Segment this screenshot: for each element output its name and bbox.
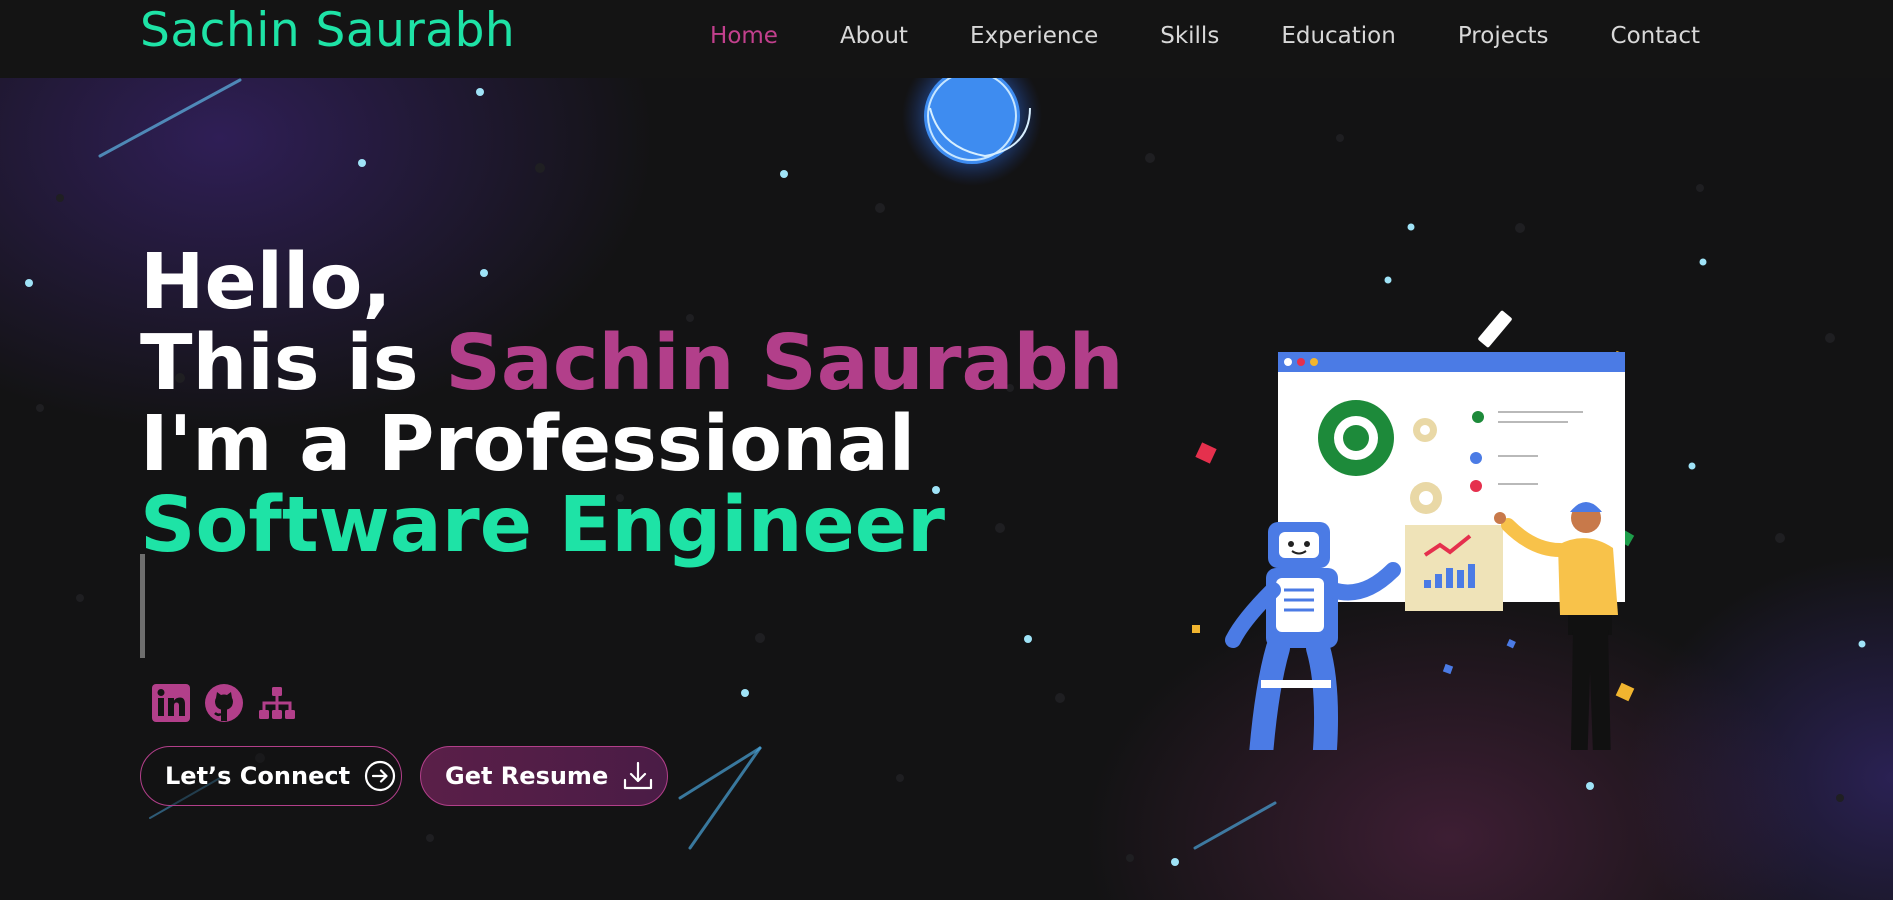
lets-connect-button[interactable]: Let’s Connect xyxy=(140,746,402,806)
nav-contact[interactable]: Contact xyxy=(1580,18,1731,54)
social-links xyxy=(150,682,298,724)
github-icon[interactable] xyxy=(203,682,245,724)
download-icon xyxy=(622,759,654,793)
lets-connect-label: Let’s Connect xyxy=(165,762,351,790)
linkedin-icon[interactable] xyxy=(150,682,192,724)
typing-cursor xyxy=(140,554,145,658)
role-prefix-line: I'm a Professional xyxy=(140,400,916,489)
nav-menu: Home About Experience Skills Education P… xyxy=(679,18,1731,54)
nav-projects[interactable]: Projects xyxy=(1427,18,1580,54)
sitemap-icon[interactable] xyxy=(256,682,298,724)
role-line: Software Engineer xyxy=(140,481,945,570)
hero-illustration xyxy=(1192,310,1635,750)
hero-section: Hello, This is Sachin Saurabh I'm a Prof… xyxy=(0,78,1893,900)
nav-education[interactable]: Education xyxy=(1250,18,1427,54)
brand-logo[interactable]: Sachin Saurabh xyxy=(140,2,515,60)
hero-name: Sachin Saurabh xyxy=(445,319,1124,408)
intro-line: This is Sachin Saurabh xyxy=(140,323,1123,404)
hero-headline: Hello, This is Sachin Saurabh I'm a Prof… xyxy=(140,242,1123,566)
nav-about[interactable]: About xyxy=(809,18,939,54)
get-resume-button[interactable]: Get Resume xyxy=(420,746,668,806)
arrow-right-circle-icon xyxy=(364,759,396,793)
navbar: Sachin Saurabh Home About Experience Ski… xyxy=(0,0,1893,78)
get-resume-label: Get Resume xyxy=(445,762,609,790)
greeting-line: Hello, xyxy=(140,238,392,327)
intro-prefix: This is xyxy=(140,319,446,408)
nav-experience[interactable]: Experience xyxy=(939,18,1129,54)
nav-skills[interactable]: Skills xyxy=(1129,18,1250,54)
nav-home[interactable]: Home xyxy=(679,18,809,54)
